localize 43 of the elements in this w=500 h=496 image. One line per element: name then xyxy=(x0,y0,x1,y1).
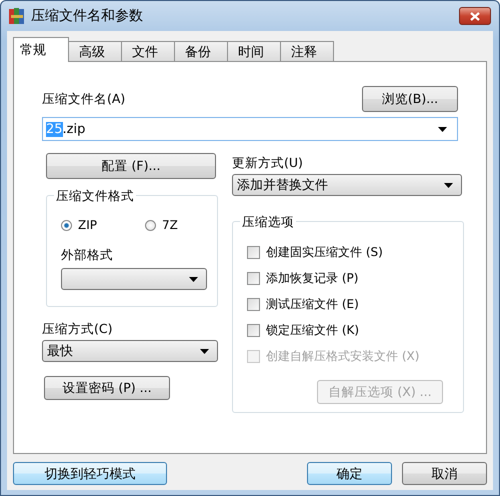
archive-name-label: 压缩文件名(A) xyxy=(42,90,126,108)
tab[interactable]: 时间 xyxy=(227,41,281,61)
profiles-button[interactable]: 配置 (F)... xyxy=(46,153,216,179)
checkbox-label: 测试压缩文件 (E) xyxy=(266,296,359,313)
ok-button[interactable]: 确定 xyxy=(307,462,392,485)
checkbox-label: 创建自解压格式安装文件 (X) xyxy=(266,348,420,365)
radio-label: 7Z xyxy=(162,218,178,232)
radio-label: ZIP xyxy=(78,218,97,232)
checkbox[interactable] xyxy=(247,298,260,311)
group-title: 压缩文件格式 xyxy=(54,188,136,205)
dropdown-arrow-icon xyxy=(200,348,209,354)
checkbox[interactable] xyxy=(247,324,260,337)
tab[interactable]: 备份 xyxy=(174,41,228,61)
checkbox[interactable] xyxy=(247,272,260,285)
tab[interactable]: 高级 xyxy=(68,41,122,61)
close-icon xyxy=(470,12,480,20)
radio-button[interactable] xyxy=(145,220,156,230)
radio-button[interactable] xyxy=(61,220,72,230)
cancel-button[interactable]: 取消 xyxy=(402,462,487,485)
external-format-label: 外部格式 xyxy=(61,247,114,264)
compression-method-dropdown[interactable]: 最快 xyxy=(42,340,218,362)
checkbox-label: 添加恢复记录 (P) xyxy=(266,270,358,287)
window-title: 压缩文件名和参数 xyxy=(31,7,144,25)
checkbox[interactable] xyxy=(247,246,260,259)
update-mode-label: 更新方式(U) xyxy=(232,155,304,172)
mode-switch-button[interactable]: 切换到轻巧模式 xyxy=(13,462,167,485)
dropdown-arrow-icon xyxy=(438,126,447,132)
checkbox-label: 创建固实压缩文件 (S) xyxy=(266,244,383,261)
tab[interactable]: 注释 xyxy=(280,41,334,61)
browse-button[interactable]: 浏览(B)... xyxy=(362,86,458,112)
dropdown-arrow-icon xyxy=(189,276,198,282)
group-title: 压缩选项 xyxy=(240,214,296,231)
external-format-dropdown[interactable] xyxy=(61,268,207,290)
set-password-button[interactable]: 设置密码 (P) ... xyxy=(44,376,170,400)
update-mode-dropdown[interactable]: 添加并替换文件 xyxy=(232,174,462,196)
compression-method-label: 压缩方式(C) xyxy=(42,321,114,338)
dropdown-arrow-icon xyxy=(444,182,453,188)
archive-name-field[interactable]: 25.zip xyxy=(42,117,458,141)
tab[interactable]: 文件 xyxy=(121,41,175,61)
checkbox-label: 锁定压缩文件 (K) xyxy=(266,322,360,339)
close-button[interactable] xyxy=(459,7,491,25)
books-icon xyxy=(9,7,25,25)
tab[interactable]: 常规 xyxy=(13,37,69,62)
